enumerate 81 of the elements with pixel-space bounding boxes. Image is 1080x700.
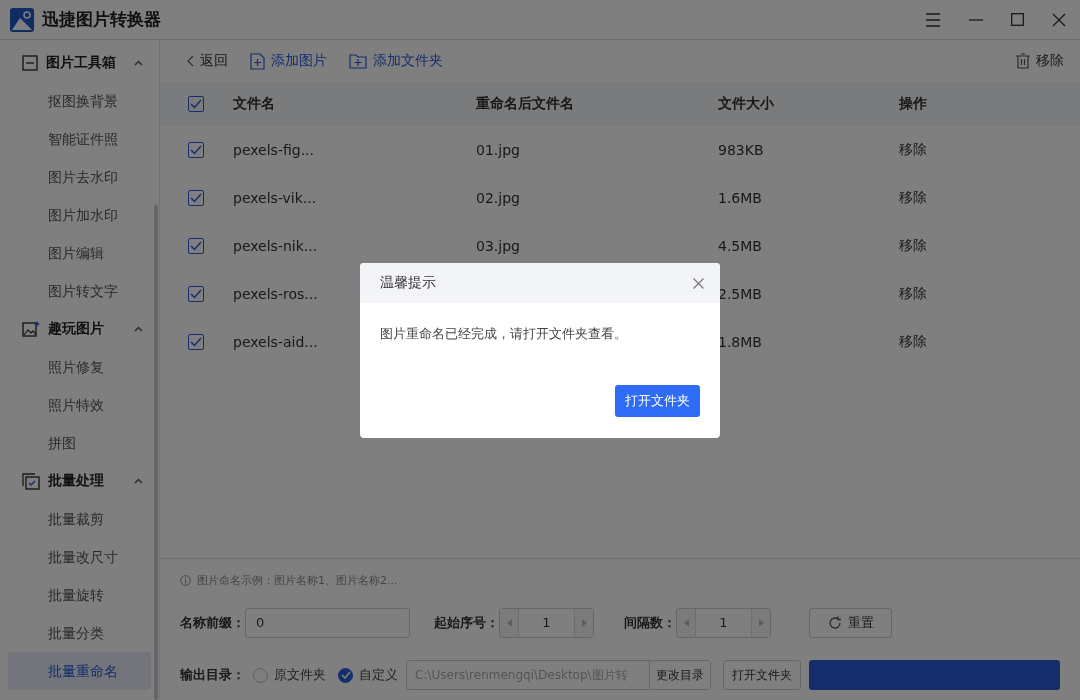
sidebar-item[interactable]: 抠图换背景	[8, 82, 151, 120]
sidebar-item[interactable]: 批量重命名	[8, 652, 151, 690]
add-folder-button[interactable]: 添加文件夹	[349, 52, 443, 70]
row-checkbox[interactable]	[188, 142, 204, 158]
batch-check-icon	[22, 472, 40, 490]
menu-icon[interactable]	[925, 12, 941, 27]
row-checkbox[interactable]	[188, 334, 204, 350]
sidebar-group-label[interactable]: 趣玩图片	[48, 320, 126, 338]
table-cell: pexels-nik...	[233, 238, 318, 254]
reset-button[interactable]: 重置	[809, 608, 892, 638]
table-cell: 4.5MB	[718, 238, 762, 254]
close-icon[interactable]	[693, 277, 704, 289]
table-cell: pexels-ros...	[233, 286, 318, 302]
dialog-message: 图片重命名已经完成，请打开文件夹查看。	[379, 325, 628, 343]
table-cell: 1.6MB	[718, 190, 762, 206]
add-image-button[interactable]: 添加图片	[250, 52, 327, 70]
table-cell: 983KB	[718, 142, 764, 158]
sidebar-item[interactable]: 照片修复	[8, 348, 151, 386]
sidebar-item[interactable]: 智能证件照	[8, 120, 151, 158]
remove-link[interactable]: 移除	[899, 141, 927, 157]
info-icon	[180, 575, 191, 586]
sidebar-item[interactable]: 批量改尺寸	[8, 538, 151, 576]
field-label: 起始序号：	[434, 614, 499, 632]
close-icon[interactable]	[1052, 12, 1066, 27]
table-cell: 2.5MB	[718, 286, 762, 302]
caret-icon[interactable]	[134, 60, 143, 66]
column-header: 文件名	[233, 95, 275, 111]
sidebar-item[interactable]: 批量旋转	[8, 576, 151, 614]
select-all-checkbox[interactable]	[188, 96, 204, 112]
remove-button[interactable]: 移除	[1016, 52, 1064, 70]
row-checkbox[interactable]	[188, 286, 204, 302]
dialog-title: 温馨提示	[380, 274, 436, 292]
check-icon	[340, 671, 351, 679]
field-label: 间隔数：	[624, 614, 676, 632]
sidebar-item[interactable]: 图片转文字	[8, 272, 151, 310]
remove-link[interactable]: 移除	[899, 189, 927, 205]
field-label: 名称前缀：	[180, 614, 245, 632]
row-checkbox[interactable]	[188, 190, 204, 206]
sidebar-item[interactable]: 拼图	[8, 424, 151, 462]
sidebar-item[interactable]: 批量裁剪	[8, 500, 151, 538]
row-checkbox[interactable]	[188, 238, 204, 254]
table-cell: 03.jpg	[476, 238, 520, 254]
add-file-icon	[250, 52, 265, 70]
app-logo-icon	[10, 7, 34, 32]
remove-link[interactable]: 移除	[899, 237, 927, 253]
start-button[interactable]	[809, 660, 1060, 690]
refresh-icon	[827, 616, 842, 630]
caret-icon[interactable]	[134, 326, 143, 332]
open-folder-button[interactable]: 打开文件夹	[615, 385, 700, 417]
column-header: 重命名后文件名	[476, 95, 574, 111]
column-header: 操作	[899, 95, 927, 111]
table-cell: 02.jpg	[476, 190, 520, 206]
field-label: 输出目录：	[180, 666, 245, 684]
sidebar-item[interactable]: 图片加水印	[8, 196, 151, 234]
table-cell: pexels-aid...	[233, 334, 318, 350]
toolbox-icon	[22, 55, 38, 71]
prefix-field[interactable]: 0	[245, 608, 410, 638]
sidebar-item[interactable]: 批量分类	[8, 614, 151, 652]
table-cell: pexels-fig...	[233, 142, 314, 158]
minimize-icon[interactable]	[969, 18, 983, 21]
add-folder-icon	[349, 53, 367, 69]
maximize-icon[interactable]	[1011, 13, 1024, 26]
sidebar-item[interactable]: 图片编辑	[8, 234, 151, 272]
sidebar-item[interactable]: 图片去水印	[8, 158, 151, 196]
radio-option[interactable]: 原文件夹	[253, 666, 326, 684]
remove-link[interactable]: 移除	[899, 333, 927, 349]
trash-icon	[1016, 53, 1030, 69]
sidebar-group-label[interactable]: 批量处理	[48, 472, 126, 490]
image-sparkle-icon	[22, 321, 40, 337]
table-cell: 01.jpg	[476, 142, 520, 158]
column-header: 文件大小	[718, 95, 774, 111]
sidebar-item[interactable]: 照片特效	[8, 386, 151, 424]
table-cell: pexels-vik...	[233, 190, 317, 206]
table-cell: 1.8MB	[718, 334, 762, 350]
radio-option[interactable]: 自定义	[338, 666, 398, 684]
window-title: 迅捷图片转换器	[42, 8, 161, 31]
sidebar-group-label[interactable]: 图片工具箱	[46, 54, 126, 72]
caret-icon[interactable]	[134, 478, 143, 484]
open-folder-button[interactable]: 打开文件夹	[723, 660, 801, 690]
back-button[interactable]: 返回	[186, 52, 228, 70]
remove-link[interactable]: 移除	[899, 285, 927, 301]
